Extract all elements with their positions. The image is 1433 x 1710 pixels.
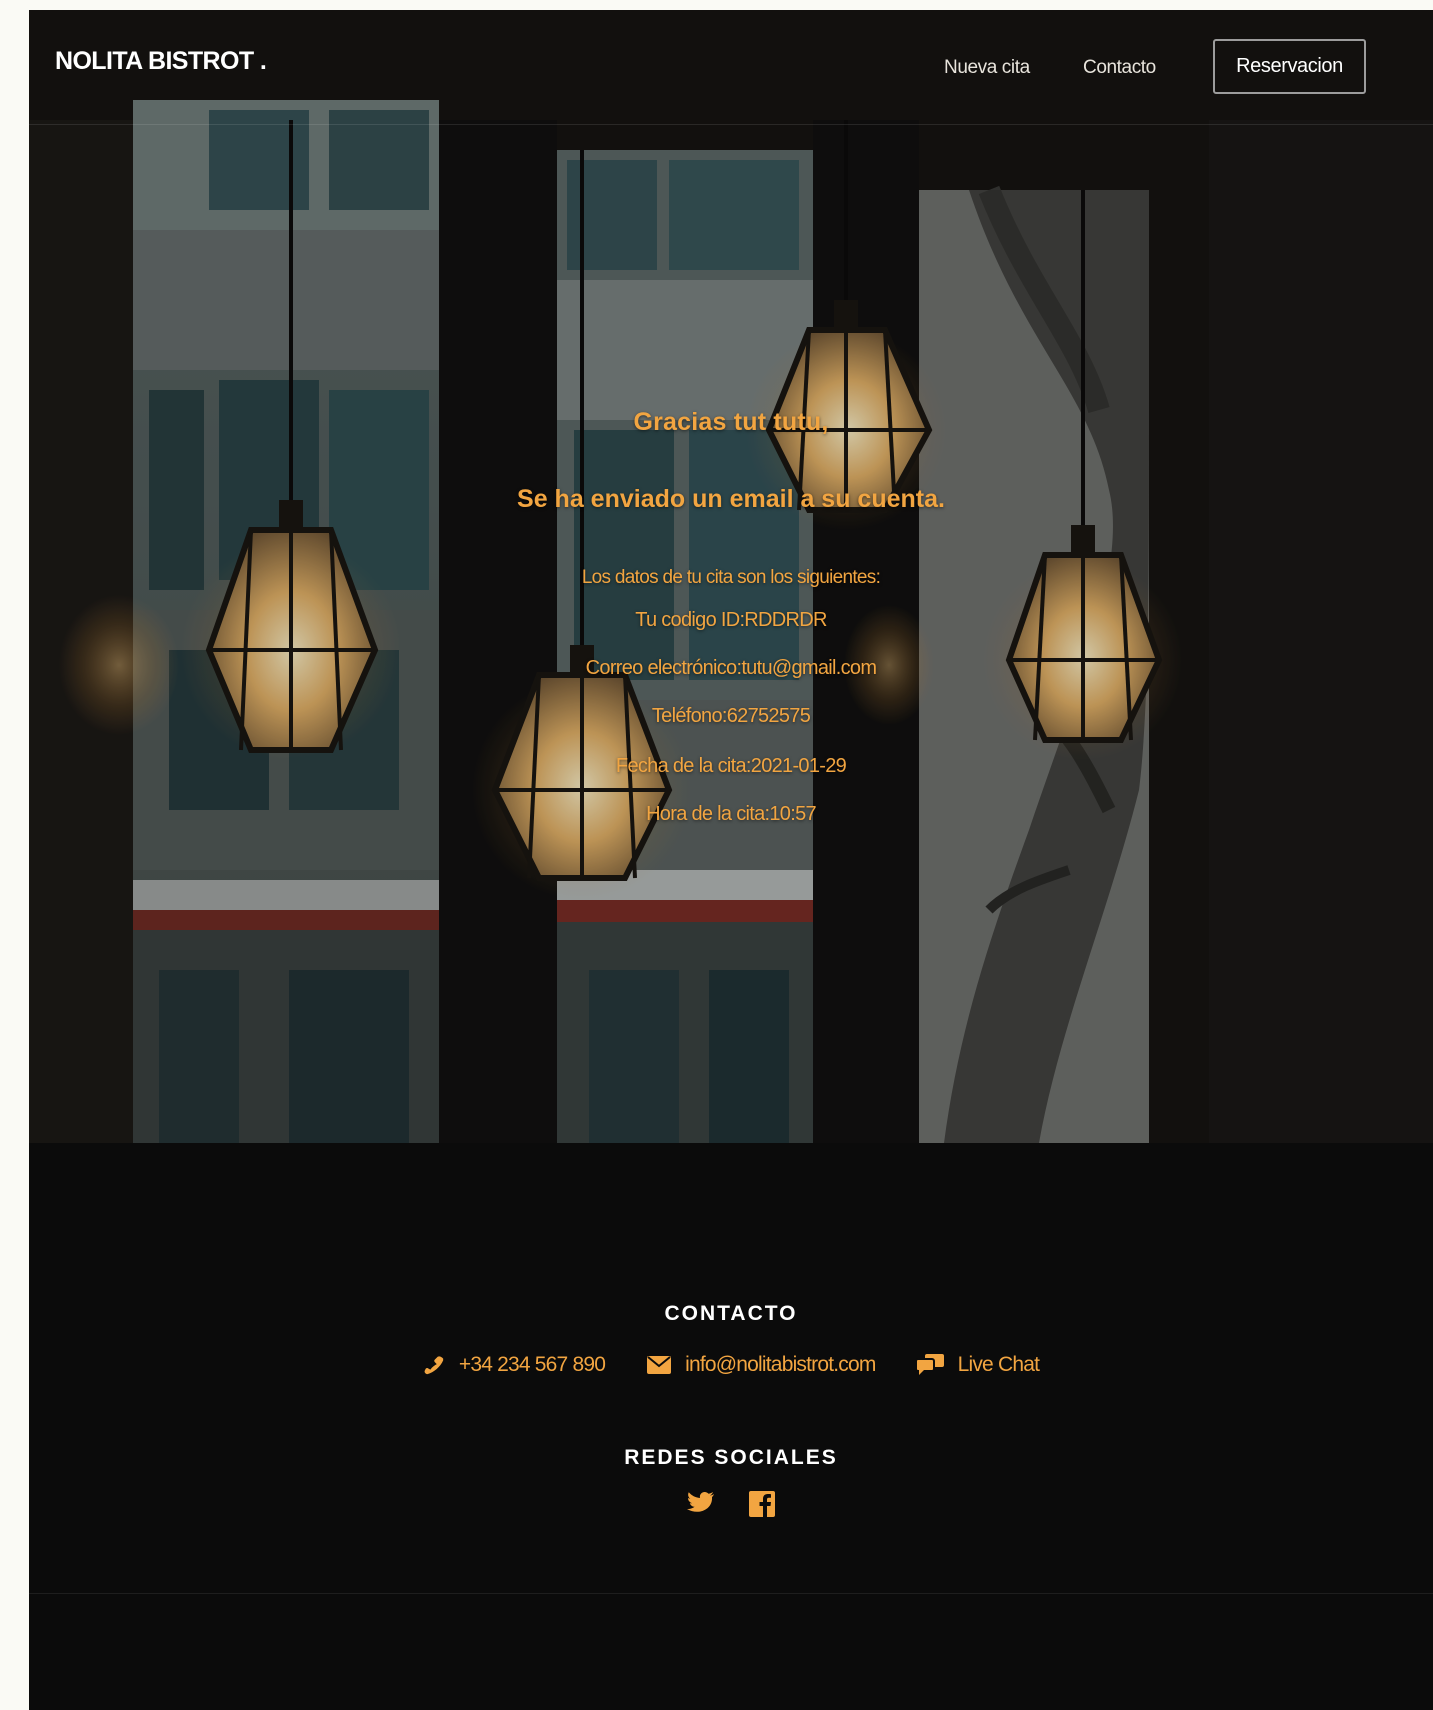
social-links	[29, 1491, 1433, 1517]
page: NOLITA BISTROT . Nueva cita Contacto Res…	[29, 10, 1433, 1710]
confirmation-date: Fecha de la cita:2021-01-29	[615, 755, 847, 777]
footer-email-text: info@nolitabistrot.com	[685, 1353, 876, 1376]
nav-link-contacto[interactable]: Contacto	[1083, 57, 1156, 79]
footer-chat-text: Live Chat	[957, 1353, 1040, 1376]
confirmation-email-sent: Se ha enviado un email a su cuenta.	[517, 485, 945, 513]
reservation-button[interactable]: Reservacion	[1213, 39, 1366, 94]
twitter-icon[interactable]	[687, 1491, 715, 1515]
confirmation-time: Hora de la cita:10:57	[646, 803, 817, 825]
confirmation-greeting: Gracias tut tutu,	[633, 408, 829, 436]
footer-social-title: REDES SOCIALES	[624, 1446, 838, 1469]
footer-chat-link[interactable]: Live Chat	[915, 1353, 1040, 1377]
footer-contact-row: +34 234 567 890 info@nolitabistrot.com L…	[29, 1353, 1433, 1377]
brand-logo[interactable]: NOLITA BISTROT .	[55, 47, 267, 76]
confirmation-phone: Teléfono:62752575	[651, 705, 811, 727]
facebook-icon[interactable]	[749, 1491, 775, 1517]
footer-phone-text: +34 234 567 890	[458, 1353, 606, 1376]
envelope-icon	[647, 1356, 672, 1374]
footer-phone-link[interactable]: +34 234 567 890	[423, 1353, 606, 1377]
confirmation-id: Tu codigo ID:RDDRDR	[635, 609, 827, 631]
footer-email-link[interactable]: info@nolitabistrot.com	[647, 1353, 876, 1377]
nav-link-nueva-cita[interactable]: Nueva cita	[944, 57, 1030, 79]
chat-bubbles-icon	[915, 1354, 944, 1375]
confirmation-email: Correo electrónico:tutu@gmail.com	[585, 657, 877, 679]
phone-icon	[424, 1356, 444, 1375]
footer-contact-title: CONTACTO	[664, 1302, 798, 1325]
navbar: NOLITA BISTROT . Nueva cita Contacto Res…	[29, 10, 1433, 125]
footer-divider	[29, 1593, 1433, 1594]
confirmation-intro: Los datos de tu cita son los siguientes:	[581, 567, 881, 588]
